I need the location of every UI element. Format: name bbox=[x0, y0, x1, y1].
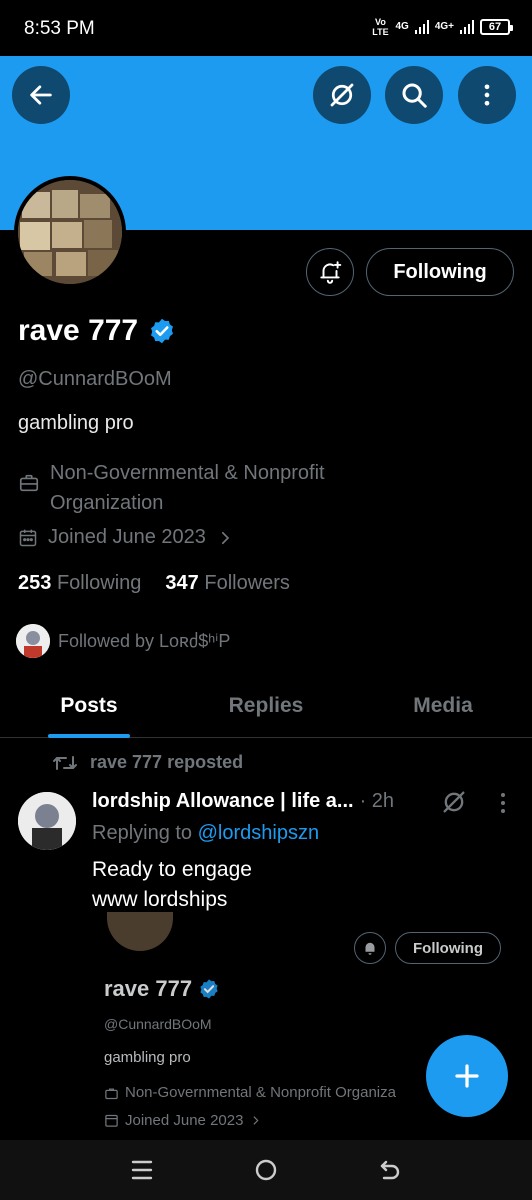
back-nav-button[interactable] bbox=[370, 1150, 410, 1190]
embed-display-name: rave 777 bbox=[104, 976, 193, 1001]
search-icon bbox=[402, 83, 427, 108]
post-time: · 2h bbox=[359, 790, 395, 812]
joined-date[interactable]: Joined June 2023 bbox=[18, 526, 234, 549]
followers-stat[interactable]: 347 Followers bbox=[165, 572, 290, 595]
embed-joined-text: Joined June 2023 bbox=[125, 1112, 244, 1129]
battery-indicator: 67 bbox=[480, 19, 513, 35]
tab-media[interactable]: Media bbox=[354, 676, 532, 737]
following-count: 253 bbox=[18, 572, 52, 594]
following-stat[interactable]: 253 Following bbox=[18, 572, 141, 595]
home-button[interactable] bbox=[246, 1150, 286, 1190]
replying-to: Replying to @lordshipszn bbox=[92, 822, 319, 845]
compose-button[interactable] bbox=[426, 1035, 508, 1117]
more-vertical-icon bbox=[501, 793, 505, 813]
verified-badge-icon bbox=[200, 979, 218, 999]
bell-plus-icon bbox=[320, 261, 342, 284]
menu-icon bbox=[131, 1160, 153, 1180]
calendar-icon bbox=[19, 529, 37, 546]
embed-bell bbox=[354, 932, 386, 964]
post-more-button[interactable] bbox=[494, 792, 512, 819]
post-text-line-2: www lordships bbox=[92, 888, 228, 911]
profile-category: Non-Governmental & Nonprofit Organizatio… bbox=[18, 458, 390, 518]
follower-avatar bbox=[16, 624, 50, 658]
back-button[interactable] bbox=[12, 66, 70, 124]
follow-stats: 253 Following 347 Followers bbox=[18, 572, 290, 595]
category-text: Non-Governmental & Nonprofit Organizatio… bbox=[50, 462, 325, 514]
briefcase-icon bbox=[19, 474, 39, 492]
signal-icon bbox=[414, 20, 429, 34]
embed-category: Non-Governmental & Nonprofit Organiza bbox=[104, 1084, 396, 1101]
embed-bio: gambling pro bbox=[104, 1049, 191, 1066]
profile-handle: @CunnardBOoM bbox=[18, 368, 172, 390]
search-button[interactable] bbox=[385, 66, 443, 124]
verified-badge-icon[interactable] bbox=[148, 317, 176, 345]
tab-posts-label: Posts bbox=[60, 694, 118, 717]
more-vertical-icon bbox=[484, 84, 490, 106]
embed-joined: Joined June 2023 bbox=[104, 1112, 262, 1129]
following-button[interactable]: Following bbox=[366, 248, 514, 296]
display-name: rave 777 bbox=[18, 314, 139, 347]
post-text-line-1: Ready to engage bbox=[92, 858, 252, 881]
bell-icon bbox=[365, 942, 375, 955]
repost-label: rave 777 reposted bbox=[90, 752, 244, 772]
embed-name-row: rave 777 bbox=[104, 976, 220, 1002]
grok-icon bbox=[443, 791, 465, 813]
profile-avatar[interactable] bbox=[14, 176, 126, 288]
network-4g: 4G bbox=[395, 21, 409, 32]
tab-active-indicator bbox=[48, 734, 130, 738]
embed-following-button: Following bbox=[395, 932, 501, 964]
chevron-right-icon bbox=[253, 1116, 259, 1125]
tab-media-label: Media bbox=[413, 694, 473, 717]
more-options-button[interactable] bbox=[458, 66, 516, 124]
joined-text: Joined June 2023 bbox=[48, 526, 206, 548]
followed-by-text: Followed by Lᴏʀძ$ʰⁱP bbox=[58, 630, 231, 651]
post-grok-button[interactable] bbox=[440, 788, 468, 821]
tab-replies-label: Replies bbox=[228, 694, 304, 717]
network-4gplus: 4G+ bbox=[434, 21, 454, 32]
plus-icon bbox=[455, 1064, 479, 1088]
tab-posts[interactable]: Posts bbox=[0, 676, 178, 738]
status-bar: 8:53 PM Vo LTE 4G 4G+ 67 bbox=[0, 0, 532, 56]
system-nav-bar bbox=[0, 1140, 532, 1200]
status-icons: Vo LTE 4G 4G+ 67 bbox=[371, 17, 513, 37]
post-author-avatar[interactable] bbox=[18, 792, 76, 850]
repost-icon bbox=[53, 755, 77, 770]
repost-indicator: rave 777 reposted bbox=[52, 752, 243, 773]
profile-tabs: Posts Replies Media bbox=[0, 676, 532, 738]
profile-bio: gambling pro bbox=[18, 412, 134, 434]
embed-avatar bbox=[104, 912, 176, 954]
embed-category-text: Non-Governmental & Nonprofit Organiza bbox=[125, 1084, 396, 1101]
notification-bell-button[interactable] bbox=[306, 248, 354, 296]
post-author-name[interactable]: lordship Allowance | life a... bbox=[92, 790, 354, 813]
signal-icon-2 bbox=[460, 20, 474, 34]
arrow-left-icon bbox=[30, 85, 52, 105]
briefcase-icon bbox=[105, 1088, 118, 1100]
home-circle-icon bbox=[255, 1159, 277, 1181]
chevron-right-icon bbox=[221, 531, 230, 544]
followers-count: 347 bbox=[165, 572, 199, 594]
embed-handle: @CunnardBOoM bbox=[104, 1016, 212, 1032]
status-time: 8:53 PM bbox=[24, 18, 95, 39]
volte-indicator: Vo LTE bbox=[372, 17, 389, 37]
grok-button[interactable] bbox=[313, 66, 371, 124]
recent-apps-button[interactable] bbox=[122, 1150, 162, 1190]
followed-by-row[interactable]: Followed by Lᴏʀძ$ʰⁱP bbox=[16, 624, 230, 658]
tab-replies[interactable]: Replies bbox=[178, 676, 354, 737]
avatar-image bbox=[18, 180, 122, 284]
replying-prefix: Replying to bbox=[92, 822, 193, 844]
display-name-row: rave 777 bbox=[18, 314, 176, 348]
post-text: Ready to engage www lordships bbox=[92, 855, 252, 915]
replying-mention[interactable]: @lordshipszn bbox=[198, 822, 319, 844]
grok-icon bbox=[330, 83, 354, 107]
calendar-icon bbox=[105, 1114, 118, 1127]
followers-label: Followers bbox=[204, 572, 290, 594]
back-arrow-icon bbox=[380, 1160, 400, 1180]
following-label: Following bbox=[56, 572, 142, 594]
